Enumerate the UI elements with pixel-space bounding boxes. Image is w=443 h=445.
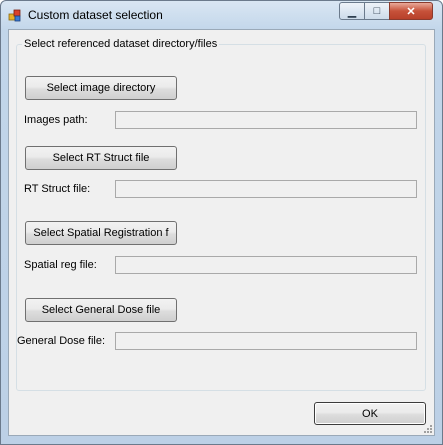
groupbox-legend: Select referenced dataset directory/file… [22, 38, 220, 50]
window-title: Custom dataset selection [28, 8, 163, 22]
select-spatial-registration-button[interactable]: Select Spatial Registration f [25, 221, 177, 245]
spatial-reg-label: Spatial reg file: [24, 259, 97, 271]
app-icon [8, 9, 21, 22]
minimize-icon: ▁ [347, 5, 357, 18]
dialog-window: Custom dataset selection ▁ □ ✕ Select re… [0, 0, 443, 445]
ok-button[interactable]: OK [314, 402, 426, 425]
general-dose-field[interactable] [115, 332, 417, 350]
select-rt-struct-button[interactable]: Select RT Struct file [25, 146, 177, 170]
rt-struct-field[interactable] [115, 180, 417, 198]
resize-grip-icon[interactable] [422, 423, 432, 433]
minimize-button[interactable]: ▁ [339, 2, 365, 20]
close-button[interactable]: ✕ [389, 2, 433, 20]
select-image-directory-button[interactable]: Select image directory [25, 76, 177, 100]
select-general-dose-button[interactable]: Select General Dose file [25, 298, 177, 322]
images-path-label: Images path: [24, 114, 88, 126]
maximize-icon: □ [373, 5, 381, 17]
maximize-button[interactable]: □ [364, 2, 390, 20]
title-bar[interactable]: Custom dataset selection ▁ □ ✕ [1, 1, 442, 29]
spatial-reg-field[interactable] [115, 256, 417, 274]
close-icon: ✕ [406, 5, 416, 18]
general-dose-label: General Dose file: [17, 335, 106, 347]
dialog-body: Select referenced dataset directory/file… [8, 29, 435, 436]
rt-struct-label: RT Struct file: [24, 183, 91, 195]
images-path-field[interactable] [115, 111, 417, 129]
